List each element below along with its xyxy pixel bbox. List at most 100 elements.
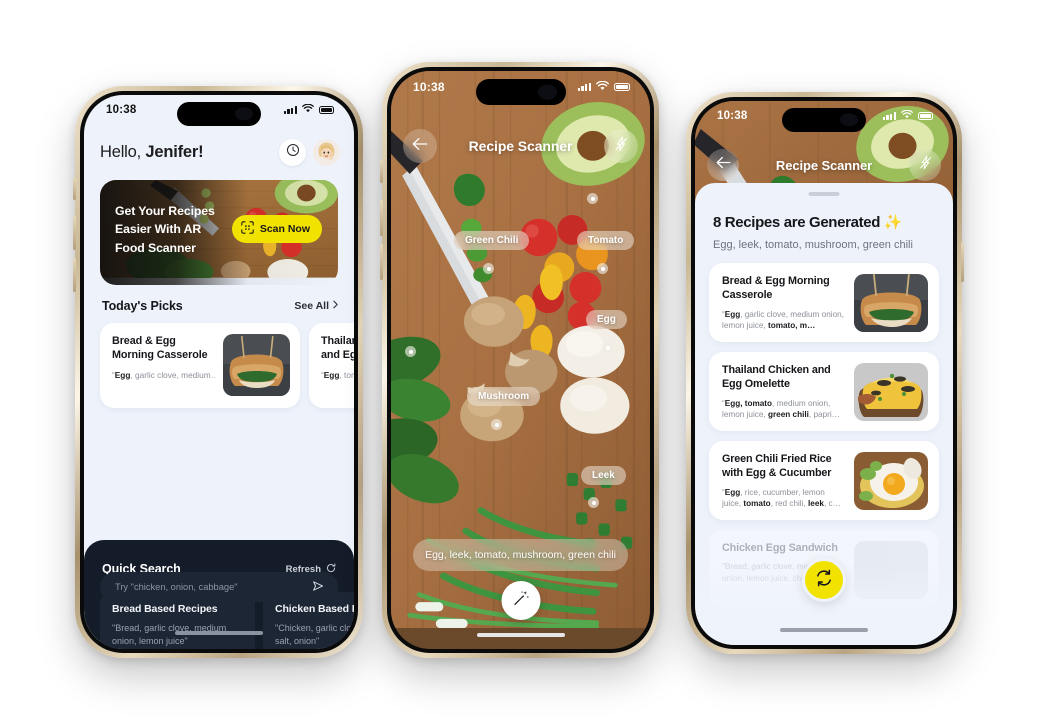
mute-switch[interactable] (73, 178, 76, 200)
recipe-title: Thailand Chicken and Egg Omelette (722, 364, 831, 391)
pick-ingredients: “Egg, garlic clove, medium… (112, 369, 215, 380)
clock-icon (286, 143, 300, 162)
back-button[interactable] (707, 149, 739, 181)
avatar[interactable] (313, 139, 340, 166)
todays-picks-list[interactable]: Bread & Egg Morning Casserole “Egg, garl… (100, 323, 354, 408)
recipe-thumbnail (854, 541, 928, 599)
detection-dot-tomato[interactable] (597, 263, 608, 274)
recipe-ingredients: “Egg, garlic clove, medium onion, lemon … (722, 309, 844, 331)
recipe-ingredients: “Egg, rice, cucumber, lemon juice, tomat… (722, 487, 841, 509)
status-time: 10:38 (717, 110, 748, 122)
detection-dot-leek[interactable] (588, 497, 599, 508)
detected-tag-mushroom[interactable]: Mushroom (467, 387, 541, 406)
pick-ingredients: “Egg, tomato, medium… (321, 369, 354, 380)
greeting-name: Jenifer! (145, 143, 204, 161)
home-header: Hello, Jenifer! (100, 139, 340, 166)
recipe-title: Green Chili Fried Rice with Egg & Cucumb… (722, 453, 832, 480)
chevron-right-icon (333, 300, 338, 312)
recipe-card[interactable]: Thailand Chicken and Egg Omelette “Egg, … (709, 352, 939, 431)
detected-tag-egg[interactable]: Egg (586, 310, 627, 329)
pick-card[interactable]: Bread & Egg Morning Casserole “Egg, garl… (100, 323, 300, 408)
pick-title: Bread & Egg Morning Casserole (112, 335, 208, 362)
quick-search-panel: Quick Search Refresh Bread Based Recipes… (84, 540, 354, 649)
detection-dot-mushroom[interactable] (491, 419, 502, 430)
pick-card[interactable]: Thailand Chicken and Egg Omelette “Egg, … (309, 323, 354, 408)
wifi-icon (901, 109, 913, 122)
banner-text: Get Your Recipes Easier With AR Food Sca… (115, 202, 215, 257)
scan-now-button[interactable]: Scan Now (231, 215, 322, 243)
regenerate-button[interactable] (802, 558, 846, 602)
volume-up-button[interactable] (73, 216, 76, 250)
detected-tag-tomato[interactable]: Tomato (577, 231, 635, 250)
cellular-bars-icon (882, 112, 896, 120)
mute-switch[interactable] (380, 160, 383, 183)
banner-line-1: Get Your Recipes (115, 204, 215, 218)
quick-search-card-title: Chicken Based Recipes (275, 603, 354, 615)
quick-search-card-desc: "Bread, garlic clove, medium onion, lemo… (112, 623, 227, 647)
recipe-title: Chicken Egg Sandwich (722, 542, 838, 554)
wifi-icon (596, 80, 609, 94)
results-sheet: 8 Recipes are Generated ✨ Egg, leek, tom… (695, 183, 953, 645)
page-title: Hello, Jenifer! (100, 143, 204, 162)
scanner-title: Recipe Scanner (468, 138, 573, 154)
pick-title: Thailand Chicken and Egg Omelette (321, 335, 354, 362)
home-indicator (175, 631, 263, 635)
detection-dot-egg[interactable] (602, 342, 613, 353)
regenerate-icon (814, 568, 834, 593)
quick-search-card-title: Bread Based Recipes (112, 603, 218, 615)
battery-icon (614, 82, 630, 92)
generate-recipes-button[interactable] (501, 581, 540, 620)
back-button[interactable] (403, 129, 437, 163)
phone-home-screen: 10:38 Hello, Jenifer! Get Your Recipes E… (73, 86, 363, 658)
screenshot-stage: 10:38 Hello, Jenifer! Get Your Recipes E… (0, 0, 1037, 720)
power-button[interactable] (961, 242, 964, 282)
flash-off-icon (918, 155, 933, 175)
recipe-card[interactable]: Green Chili Fried Rice with Egg & Cucumb… (709, 441, 939, 520)
greeting-prefix: Hello, (100, 143, 146, 161)
flash-toggle-button[interactable] (909, 149, 941, 181)
detected-tag-leek[interactable]: Leek (581, 466, 626, 485)
detected-tag-green-chili[interactable]: Green Chili (454, 231, 530, 250)
wifi-icon (302, 103, 314, 116)
recipe-thumbnail (854, 452, 928, 510)
see-all-button[interactable]: See All (294, 300, 338, 312)
flash-off-icon (613, 136, 629, 157)
battery-icon (918, 112, 933, 120)
status-bar: 10:38 (84, 95, 354, 125)
scan-now-label: Scan Now (259, 223, 310, 235)
send-icon[interactable] (311, 579, 325, 595)
search-placeholder: Try "chicken, onion, cabbage" (115, 582, 238, 592)
magic-wand-icon (512, 589, 530, 612)
results-header: Recipe Scanner (707, 149, 941, 181)
recipe-card[interactable]: Bread & Egg Morning Casserole “Egg, garl… (709, 263, 939, 342)
volume-up-button[interactable] (380, 200, 383, 236)
history-button[interactable] (279, 139, 306, 166)
results-header-title: Recipe Scanner (775, 157, 873, 173)
recipe-thumbnail (854, 363, 928, 421)
recipe-ingredients: “Egg, tomato, medium onion, lemon juice,… (722, 398, 840, 420)
scanner-header: Recipe Scanner (403, 129, 638, 163)
search-input[interactable]: Try "chicken, onion, cabbage" (100, 572, 338, 602)
cellular-bars-icon (577, 82, 591, 92)
home-indicator (780, 628, 868, 632)
scan-frame-icon (241, 221, 254, 237)
detection-dot-spinach[interactable] (405, 346, 416, 357)
status-time: 10:38 (106, 104, 137, 116)
volume-down-button[interactable] (380, 244, 383, 280)
battery-icon (319, 106, 334, 114)
detection-dot-green-chili[interactable] (483, 263, 494, 274)
results-subtitle: Egg, leek, tomato, mushroom, green chili (713, 239, 913, 251)
todays-picks-header: Today's Picks See All (102, 299, 338, 313)
recipe-thumbnail (854, 274, 928, 332)
ar-scanner-banner[interactable]: Get Your Recipes Easier With AR Food Sca… (100, 180, 338, 285)
sheet-drag-handle[interactable] (808, 192, 840, 196)
quick-search-card-desc: "Chicken, garlic clove, paprika, salt, o… (275, 623, 354, 647)
volume-down-button[interactable] (73, 258, 76, 292)
pick-thumbnail (223, 334, 290, 396)
status-bar: 10:38 (695, 101, 953, 131)
banner-line-3: Food Scanner (115, 240, 196, 255)
detection-dot-avocado[interactable] (587, 193, 598, 204)
detected-ingredients-summary: Egg, leek, tomato, mushroom, green chili (413, 539, 628, 571)
phone-results-screen: 10:38 Recipe Scanner 8 Recipes are Gener… (686, 92, 964, 654)
flash-toggle-button[interactable] (604, 129, 638, 163)
